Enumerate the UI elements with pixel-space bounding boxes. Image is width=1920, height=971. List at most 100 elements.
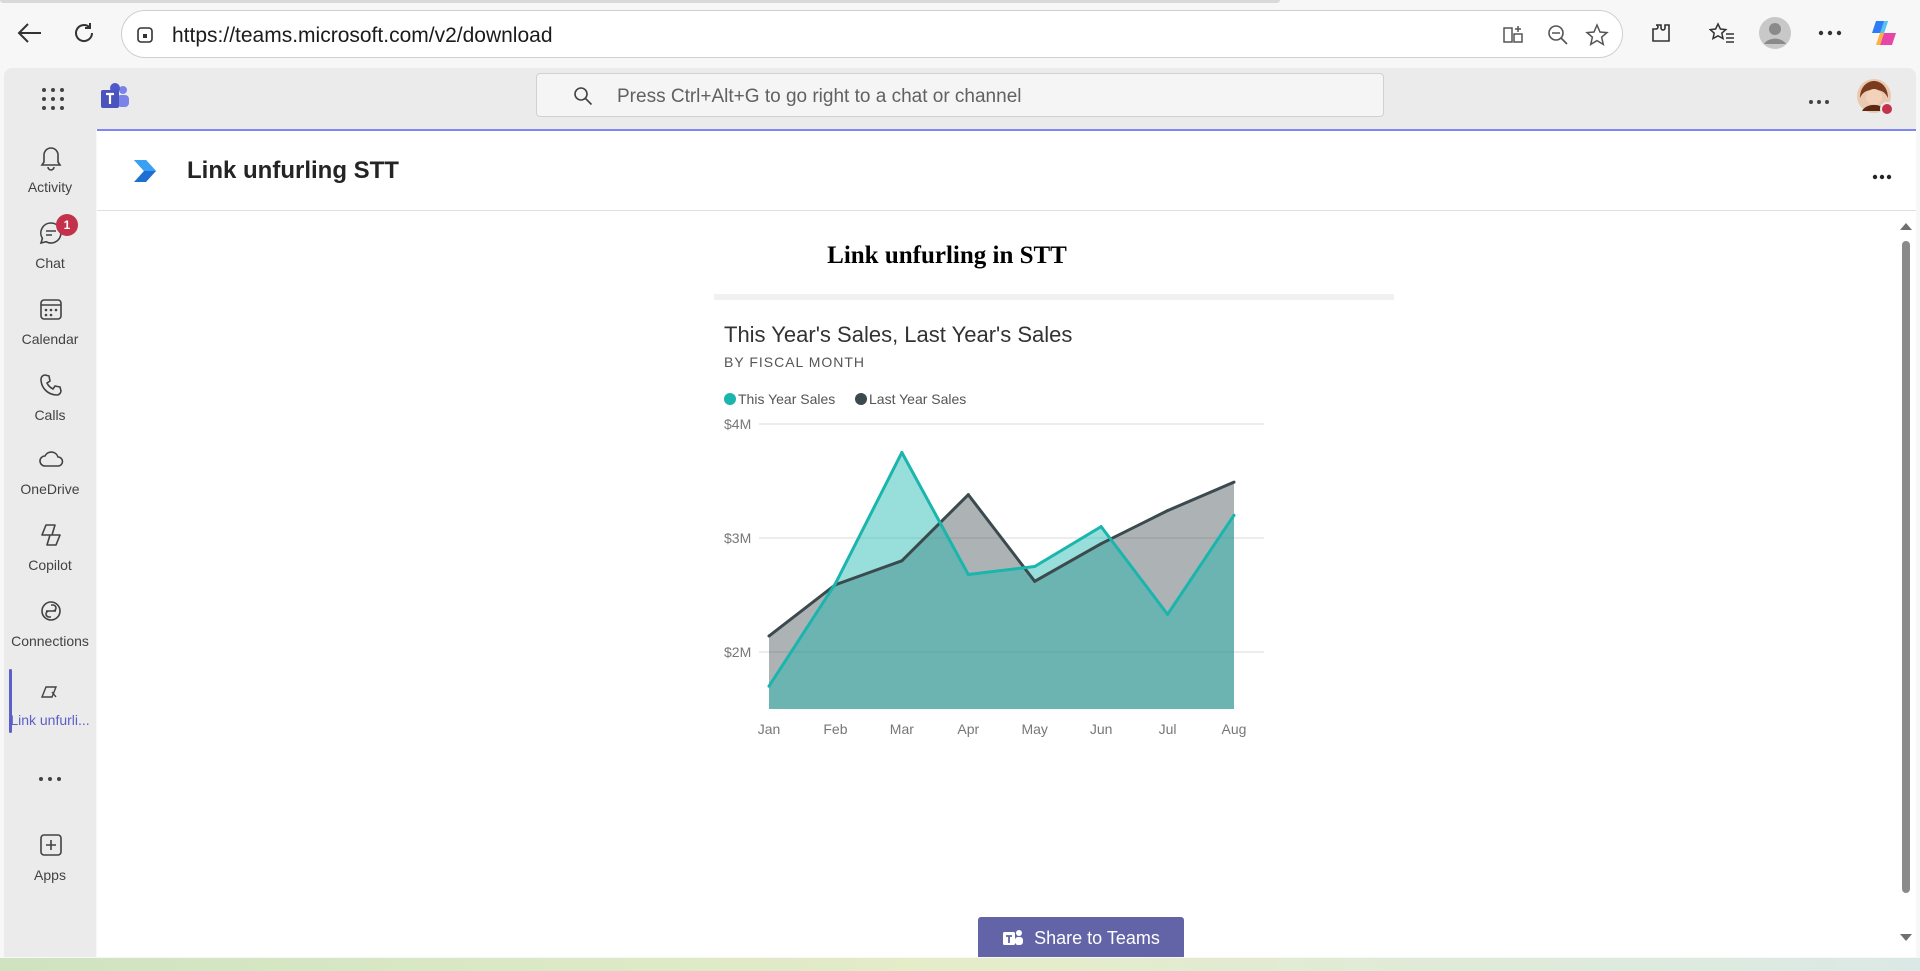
back-button[interactable] xyxy=(12,15,48,51)
data-point xyxy=(966,572,970,576)
plus-square-icon xyxy=(40,834,62,856)
x-tick-label: Jan xyxy=(758,721,781,737)
rail-label: OneDrive xyxy=(20,481,80,497)
zoom-out-icon[interactable] xyxy=(1543,21,1573,49)
chart-legend: This Year Sales Last Year Sales xyxy=(724,391,966,407)
rail-item-calendar[interactable]: Calendar xyxy=(4,287,96,357)
favorites-list-icon[interactable] xyxy=(1704,15,1740,51)
app-launcher-icon[interactable] xyxy=(38,84,68,114)
rail-label: Copilot xyxy=(28,557,72,573)
page-heading: Link unfurling in STT xyxy=(827,242,1067,269)
cloud-icon xyxy=(39,451,64,467)
link-unfurling-app-icon xyxy=(40,686,58,698)
app-title: Link unfurling STT xyxy=(187,157,399,184)
data-point xyxy=(1033,565,1037,568)
search-input[interactable]: Press Ctrl+Alt+G to go right to a chat o… xyxy=(536,73,1384,117)
rail-label: Connections xyxy=(11,633,89,649)
legend-marker xyxy=(855,393,867,405)
data-point xyxy=(767,634,771,638)
data-point xyxy=(833,582,837,586)
legend-marker xyxy=(724,393,736,405)
more-apps-icon[interactable] xyxy=(38,769,62,781)
rail-item-calls[interactable]: Calls xyxy=(4,363,96,433)
chat-unread-badge: 1 xyxy=(56,214,78,236)
data-point xyxy=(900,559,904,563)
lock-icon[interactable] xyxy=(130,21,160,49)
rail-item-link-unfurling[interactable]: Link unfurli... xyxy=(4,668,96,738)
x-tick-label: Aug xyxy=(1222,721,1247,737)
data-point xyxy=(767,684,771,688)
rail-label: Activity xyxy=(27,179,73,195)
chart-svg: This Year's Sales, Last Year's Sales BY … xyxy=(714,294,1394,737)
browser-toolbar: https://teams.microsoft.com/v2/download xyxy=(0,0,1920,68)
search-icon xyxy=(573,86,593,106)
profile-icon[interactable] xyxy=(1757,15,1793,51)
data-point xyxy=(1099,525,1103,529)
data-point xyxy=(966,493,970,497)
rail-label: Calendar xyxy=(21,331,79,347)
rail-item-apps[interactable]: Apps xyxy=(4,823,96,893)
teams-header: Press Ctrl+Alt+G to go right to a chat o… xyxy=(4,68,1916,129)
tab-content: Link unfurling in STT This Year's Sales,… xyxy=(97,212,1897,957)
rail-item-connections[interactable]: Connections xyxy=(4,589,96,659)
address-bar[interactable]: https://teams.microsoft.com/v2/download xyxy=(121,10,1623,58)
x-tick-label: Jun xyxy=(1090,721,1113,737)
share-to-teams-button[interactable]: Share to Teams xyxy=(978,917,1184,957)
app-rail: Activity 1 Chat Calendar Calls OneDrive … xyxy=(4,129,96,957)
data-point xyxy=(1166,509,1170,513)
rail-label: Link unfurli... xyxy=(10,712,90,728)
scroll-up-icon[interactable] xyxy=(1898,220,1914,232)
x-tick-label: Apr xyxy=(957,721,979,737)
y-tick-label: $4M xyxy=(724,416,751,432)
copilot-browser-icon[interactable] xyxy=(1866,15,1902,51)
vertical-scrollbar[interactable] xyxy=(1898,212,1914,957)
sales-chart: This Year's Sales, Last Year's Sales BY … xyxy=(714,294,1394,824)
share-button-label: Share to Teams xyxy=(1034,927,1160,948)
rail-item-chat[interactable]: 1 Chat xyxy=(4,211,96,281)
copilot-icon xyxy=(41,524,61,546)
legend-label: This Year Sales xyxy=(738,391,835,407)
app-header: Link unfurling STT xyxy=(97,131,1916,211)
connections-icon xyxy=(41,601,61,621)
rail-item-activity[interactable]: Activity xyxy=(4,135,96,205)
extensions-icon[interactable] xyxy=(1643,15,1679,51)
data-point xyxy=(1033,579,1037,583)
y-tick-label: $3M xyxy=(724,530,751,546)
y-tick-label: $2M xyxy=(724,644,751,660)
chart-subtitle: BY FISCAL MONTH xyxy=(724,354,865,370)
more-options-icon[interactable] xyxy=(1808,92,1830,104)
rail-label: Apps xyxy=(34,867,66,883)
url-text[interactable]: https://teams.microsoft.com/v2/download xyxy=(172,24,553,48)
calendar-icon xyxy=(40,299,62,320)
x-tick-label: Feb xyxy=(823,721,847,737)
data-point xyxy=(1099,542,1103,546)
x-tick-label: Mar xyxy=(890,721,914,737)
data-point xyxy=(1166,612,1170,616)
scroll-down-icon[interactable] xyxy=(1898,932,1914,944)
rail-item-onedrive[interactable]: OneDrive xyxy=(4,437,96,507)
avatar[interactable] xyxy=(1856,78,1894,116)
tab-strip xyxy=(0,0,1280,3)
refresh-button[interactable] xyxy=(66,15,102,51)
data-point xyxy=(1232,480,1236,484)
scroll-thumb[interactable] xyxy=(1902,241,1910,893)
legend-label: Last Year Sales xyxy=(869,391,966,407)
teams-logo-icon xyxy=(99,82,131,112)
chart-x-axis: Jan Feb Mar Apr May Jun Jul Aug xyxy=(758,721,1247,737)
bell-icon xyxy=(40,147,62,171)
x-tick-label: Jul xyxy=(1159,721,1177,737)
split-screen-icon[interactable] xyxy=(1498,21,1528,49)
favorite-star-icon[interactable] xyxy=(1582,21,1612,49)
x-tick-label: May xyxy=(1021,721,1047,737)
search-placeholder: Press Ctrl+Alt+G to go right to a chat o… xyxy=(617,86,1022,107)
rail-item-copilot[interactable]: Copilot xyxy=(4,513,96,583)
teams-small-icon xyxy=(1003,930,1024,945)
chart-areas xyxy=(767,451,1236,709)
settings-more-icon[interactable] xyxy=(1812,15,1848,51)
rail-label: Calls xyxy=(34,407,66,423)
chart-title: This Year's Sales, Last Year's Sales xyxy=(724,322,1072,347)
data-point xyxy=(900,451,904,454)
app-main: Link unfurling STT Link unfurling in STT… xyxy=(97,129,1916,957)
rail-label: Chat xyxy=(35,255,65,271)
app-more-options-icon[interactable] xyxy=(1872,167,1892,180)
